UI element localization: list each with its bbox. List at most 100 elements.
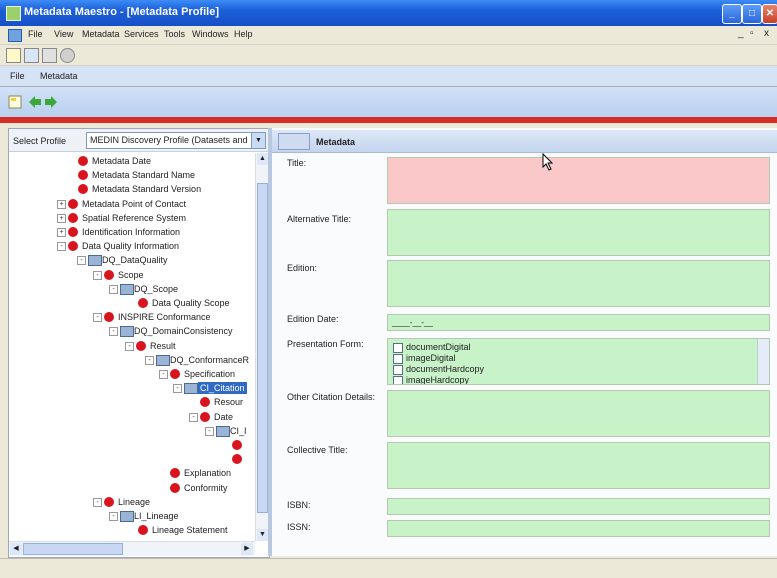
- chevron-down-icon[interactable]: ▼: [251, 133, 265, 148]
- collapse-icon[interactable]: -: [93, 497, 102, 507]
- folder-icon: [88, 255, 102, 267]
- folder-icon: [120, 283, 134, 295]
- status-bar: [0, 558, 777, 578]
- other-citation-details-field[interactable]: [387, 390, 770, 437]
- folder-icon: [120, 326, 134, 338]
- alternative-title-field[interactable]: [387, 209, 770, 256]
- title-label: Title:: [287, 158, 307, 168]
- checkbox[interactable]: [393, 365, 403, 375]
- horizontal-scrollbar-thumb[interactable]: [23, 543, 123, 555]
- required-dot-icon: [170, 369, 180, 379]
- new-record-icon[interactable]: [8, 95, 22, 109]
- collapse-icon[interactable]: -: [145, 355, 154, 365]
- scroll-down-arrow-icon[interactable]: ▼: [257, 529, 268, 541]
- window-title: Metadata Maestro - [Metadata Profile]: [24, 6, 219, 18]
- checkbox[interactable]: [393, 343, 403, 353]
- required-dot-icon: [170, 468, 180, 479]
- scroll-up-arrow-icon[interactable]: ▲: [257, 153, 268, 165]
- collapse-icon[interactable]: -: [189, 412, 198, 422]
- collapse-icon[interactable]: -: [57, 242, 66, 252]
- tree-node-label: INSPIRE Conformance: [118, 312, 211, 323]
- select-profile-label: Select Profile: [13, 136, 67, 146]
- collapse-icon[interactable]: -: [93, 313, 102, 323]
- tree-node-label: DQ_Scope: [134, 283, 179, 294]
- required-dot-icon: [78, 184, 88, 195]
- save-icon[interactable]: [42, 48, 57, 63]
- collective-title-field[interactable]: [387, 442, 770, 489]
- menu-metadata[interactable]: Metadata: [82, 29, 120, 39]
- isbn-field[interactable]: [387, 498, 770, 515]
- expand-icon[interactable]: +: [57, 213, 66, 223]
- presentation-form-scrollbar[interactable]: [757, 339, 769, 384]
- tree-node-label: DQ_ConformanceR: [170, 354, 250, 365]
- tree-node-label: Spatial Reference System: [82, 212, 187, 223]
- collapse-icon[interactable]: -: [77, 256, 86, 266]
- tree-node-label: Scope: [118, 269, 144, 280]
- collapse-icon[interactable]: -: [109, 512, 118, 521]
- menu-services[interactable]: Services: [124, 29, 159, 39]
- collapse-icon[interactable]: -: [159, 370, 168, 379]
- expand-icon[interactable]: +: [57, 228, 66, 237]
- tree-node-label: Result: [150, 340, 176, 351]
- menu-windows[interactable]: Windows: [192, 29, 229, 39]
- inner-menu-metadata[interactable]: Metadata: [40, 71, 78, 81]
- mdi-minimize-button[interactable]: _: [738, 28, 744, 39]
- tree-node-label: Conformity: [184, 482, 228, 493]
- menu-help[interactable]: Help: [234, 29, 253, 39]
- presentation-form-label: Presentation Form:: [287, 339, 364, 349]
- tree-horizontal-scrollbar[interactable]: ◀ ▶: [9, 541, 255, 556]
- expand-icon[interactable]: +: [57, 199, 66, 209]
- issn-field[interactable]: [387, 520, 770, 537]
- tree-node-label: Data Quality Scope: [152, 298, 230, 308]
- profile-tree-pane: Select Profile MEDIN Discovery Profile (…: [8, 128, 270, 558]
- checkbox[interactable]: [393, 376, 403, 384]
- inner-menu-file[interactable]: File: [10, 71, 25, 81]
- tree-vertical-scrollbar[interactable]: ▲ ▼: [255, 153, 269, 541]
- title-field[interactable]: [387, 157, 770, 204]
- collapse-icon[interactable]: -: [109, 327, 118, 337]
- required-dot-icon: [138, 525, 148, 536]
- minimize-button[interactable]: _: [722, 4, 742, 24]
- required-dot-icon: [232, 440, 242, 450]
- required-dot-icon: [104, 269, 114, 280]
- app-icon: [6, 6, 21, 21]
- metadata-tab-icon[interactable]: [278, 133, 310, 150]
- profile-dropdown[interactable]: MEDIN Discovery Profile (Datasets and ▼: [86, 132, 266, 149]
- tree-node-label: DQ_DataQuality: [102, 255, 168, 266]
- required-dot-icon: [170, 482, 180, 493]
- open-icon[interactable]: [24, 48, 39, 63]
- forward-arrow-icon[interactable]: [44, 95, 58, 109]
- menu-bar: File View Metadata Services Tools Window…: [0, 26, 777, 45]
- required-dot-icon: [78, 156, 88, 166]
- edition-date-field[interactable]: ____-__-__: [387, 314, 770, 331]
- settings-icon[interactable]: [60, 48, 75, 63]
- maximize-button[interactable]: □: [742, 4, 762, 24]
- collapse-icon[interactable]: -: [205, 426, 214, 436]
- mdi-close-button[interactable]: x: [764, 28, 769, 39]
- tree-node-label: Metadata Standard Version: [92, 184, 202, 195]
- required-dot-icon: [68, 227, 78, 237]
- edition-field[interactable]: [387, 260, 770, 307]
- collapse-icon[interactable]: -: [125, 341, 134, 351]
- checkbox[interactable]: [393, 354, 403, 364]
- scrollbar-thumb[interactable]: [257, 183, 268, 513]
- edition-date-label: Edition Date:: [287, 314, 339, 324]
- tree-node-label: Resour: [214, 397, 244, 408]
- document-icon[interactable]: [8, 29, 22, 42]
- tree-node-label: Explanation: [184, 468, 232, 479]
- menu-file[interactable]: File: [28, 29, 43, 39]
- scroll-left-arrow-icon[interactable]: ◀: [10, 543, 22, 555]
- presentation-form-list[interactable]: documentDigital imageDigital documentHar…: [387, 338, 770, 385]
- scroll-right-arrow-icon[interactable]: ▶: [241, 543, 253, 555]
- issn-label: ISSN:: [287, 522, 311, 532]
- edition-label: Edition:: [287, 263, 318, 273]
- mdi-restore-button[interactable]: ▫: [750, 28, 754, 39]
- collapse-icon[interactable]: -: [173, 384, 182, 394]
- menu-view[interactable]: View: [54, 29, 73, 39]
- close-button[interactable]: ✕: [762, 4, 777, 24]
- new-document-icon[interactable]: [6, 48, 21, 63]
- collapse-icon[interactable]: -: [93, 270, 102, 280]
- menu-tools[interactable]: Tools: [164, 29, 185, 39]
- back-arrow-icon[interactable]: [28, 95, 42, 109]
- collapse-icon[interactable]: -: [109, 284, 118, 294]
